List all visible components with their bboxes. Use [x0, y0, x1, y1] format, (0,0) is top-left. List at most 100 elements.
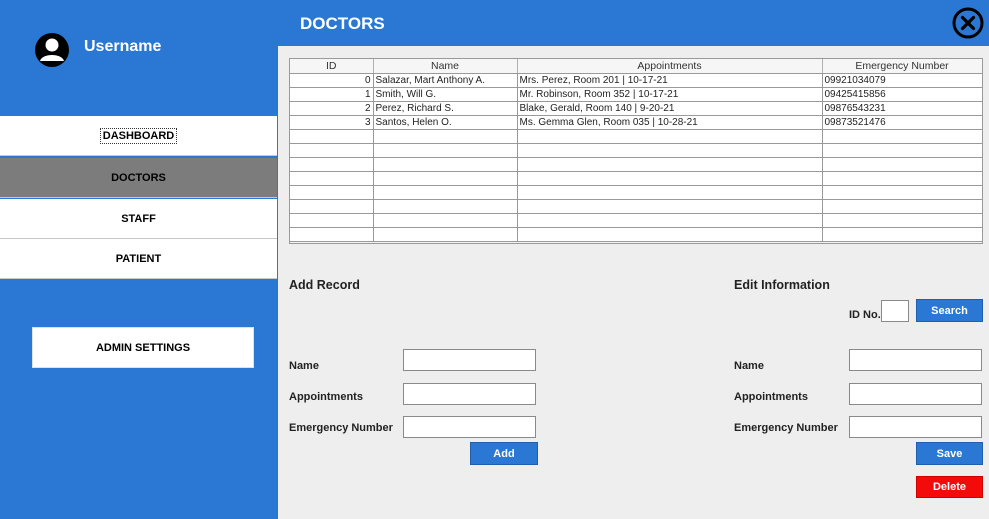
table-row[interactable] — [290, 157, 982, 172]
delete-button[interactable]: Delete — [916, 476, 983, 498]
add-appointments-input[interactable] — [403, 383, 536, 405]
cell-name[interactable] — [373, 129, 518, 144]
edit-name-input[interactable] — [849, 349, 982, 371]
id-no-label: ID No. — [849, 309, 881, 321]
cell-id[interactable] — [290, 185, 374, 200]
table-row[interactable] — [290, 213, 982, 228]
cell-emergency-number[interactable]: 09873521476 — [822, 115, 982, 130]
cell-id[interactable]: 1 — [290, 87, 374, 102]
id-no-input[interactable] — [881, 300, 909, 322]
cell-emergency-number[interactable] — [822, 171, 982, 186]
table-row[interactable]: 0 Salazar, Mart Anthony A. Mrs. Perez, Roo… — [290, 73, 982, 88]
add-name-input[interactable] — [403, 349, 536, 371]
cell-name[interactable]: Smith, Will G. — [373, 87, 518, 102]
table-row[interactable]: 3 Santos, Helen O. Ms. Gemma Glen, Room 03… — [290, 115, 982, 130]
table-row[interactable] — [290, 143, 982, 158]
save-button[interactable]: Save — [916, 442, 983, 465]
cell-emergency-number[interactable] — [822, 143, 982, 158]
table-row[interactable] — [290, 199, 982, 214]
cell-name[interactable] — [373, 227, 518, 242]
cell-emergency-number[interactable] — [822, 185, 982, 200]
search-button-label: Search — [931, 304, 968, 317]
add-name-label: Name — [289, 360, 319, 372]
add-button[interactable]: Add — [470, 442, 538, 465]
add-emergency-number-label: Emergency Number — [289, 422, 393, 434]
cell-emergency-number[interactable] — [822, 213, 982, 228]
cell-id[interactable]: 0 — [290, 73, 374, 88]
add-button-label: Add — [493, 447, 515, 460]
add-emergency-number-input[interactable] — [403, 416, 536, 438]
nav-staff-button[interactable]: STAFF — [0, 199, 277, 239]
edit-appointments-label: Appointments — [734, 391, 808, 403]
column-header-id[interactable]: ID — [290, 59, 374, 74]
cell-name[interactable] — [373, 157, 518, 172]
nav-dashboard-label: DASHBOARD — [99, 127, 178, 144]
admin-settings-button[interactable]: ADMIN SETTINGS — [32, 327, 254, 368]
cell-name[interactable]: Salazar, Mart Anthony A. — [373, 73, 518, 88]
cell-appointments[interactable] — [517, 157, 823, 172]
cell-appointments[interactable] — [517, 227, 823, 242]
cell-appointments[interactable] — [517, 143, 823, 158]
add-record-title: Add Record — [289, 278, 360, 292]
doctors-table[interactable]: ID Name Appointments Emergency Number 0S… — [289, 58, 983, 244]
cell-appointments[interactable] — [517, 213, 823, 228]
edit-emergency-number-label: Emergency Number — [734, 422, 838, 434]
cell-emergency-number[interactable] — [822, 199, 982, 214]
cell-appointments[interactable]: Blake, Gerald, Room 140 | 9-20-21 — [517, 101, 823, 116]
delete-button-label: Delete — [932, 481, 967, 493]
table-row[interactable] — [290, 227, 982, 242]
search-button[interactable]: Search — [916, 299, 983, 322]
cell-emergency-number[interactable]: 09425415856 — [822, 87, 982, 102]
cell-id[interactable]: 2 — [290, 101, 374, 116]
column-header-name[interactable]: Name — [373, 59, 518, 74]
nav-doctors-button[interactable]: DOCTORS — [0, 158, 277, 198]
edit-emergency-number-input[interactable] — [849, 416, 982, 438]
cell-emergency-number[interactable] — [822, 157, 982, 172]
cell-appointments[interactable] — [517, 199, 823, 214]
main-panel: ID Name Appointments Emergency Number 0S… — [278, 46, 989, 519]
nav-staff-label: STAFF — [121, 212, 156, 225]
cell-id[interactable] — [290, 213, 374, 228]
cell-name[interactable]: Perez, Richard S. — [373, 101, 518, 116]
cell-appointments[interactable] — [517, 129, 823, 144]
edit-information-title: Edit Information — [734, 278, 830, 292]
edit-appointments-input[interactable] — [849, 383, 982, 405]
cell-id[interactable] — [290, 157, 374, 172]
table-header-row: ID Name Appointments Emergency Number — [290, 59, 982, 74]
admin-settings-label: ADMIN SETTINGS — [95, 341, 191, 354]
username-label: Username — [84, 38, 162, 55]
user-avatar-icon — [35, 33, 69, 67]
cell-emergency-number[interactable] — [822, 129, 982, 144]
table-row[interactable]: 1 Smith, Will G. Mr. Robinson, Room 352 | … — [290, 87, 982, 102]
cell-appointments[interactable] — [517, 171, 823, 186]
cell-id[interactable]: 3 — [290, 115, 374, 130]
column-header-appointments[interactable]: Appointments — [517, 59, 823, 74]
table-row[interactable] — [290, 185, 982, 200]
table-row[interactable]: 2 Perez, Richard S. Blake, Gerald, Room 14… — [290, 101, 982, 116]
cell-appointments[interactable]: Mr. Robinson, Room 352 | 10-17-21 — [517, 87, 823, 102]
save-button-label: Save — [936, 447, 963, 460]
cell-name[interactable] — [373, 185, 518, 200]
cell-emergency-number[interactable]: 09921034079 — [822, 73, 982, 88]
cell-id[interactable] — [290, 129, 374, 144]
cell-name[interactable] — [373, 213, 518, 228]
cell-id[interactable] — [290, 227, 374, 242]
cell-name[interactable] — [373, 171, 518, 186]
close-icon[interactable] — [952, 7, 984, 39]
cell-appointments[interactable] — [517, 185, 823, 200]
cell-id[interactable] — [290, 171, 374, 186]
cell-appointments[interactable]: Mrs. Perez, Room 201 | 10-17-21 — [517, 73, 823, 88]
cell-id[interactable] — [290, 199, 374, 214]
table-row[interactable] — [290, 171, 982, 186]
cell-name[interactable] — [373, 199, 518, 214]
cell-appointments[interactable]: Ms. Gemma Glen, Room 035 | 10-28-21 — [517, 115, 823, 130]
nav-patient-button[interactable]: PATIENT — [0, 239, 277, 279]
cell-id[interactable] — [290, 143, 374, 158]
nav-dashboard-button[interactable]: DASHBOARD — [0, 116, 277, 156]
column-header-emergency-number[interactable]: Emergency Number — [822, 59, 982, 74]
cell-name[interactable] — [373, 143, 518, 158]
table-row[interactable] — [290, 129, 982, 144]
cell-emergency-number[interactable]: 09876543231 — [822, 101, 982, 116]
cell-name[interactable]: Santos, Helen O. — [373, 115, 518, 130]
cell-emergency-number[interactable] — [822, 227, 982, 242]
